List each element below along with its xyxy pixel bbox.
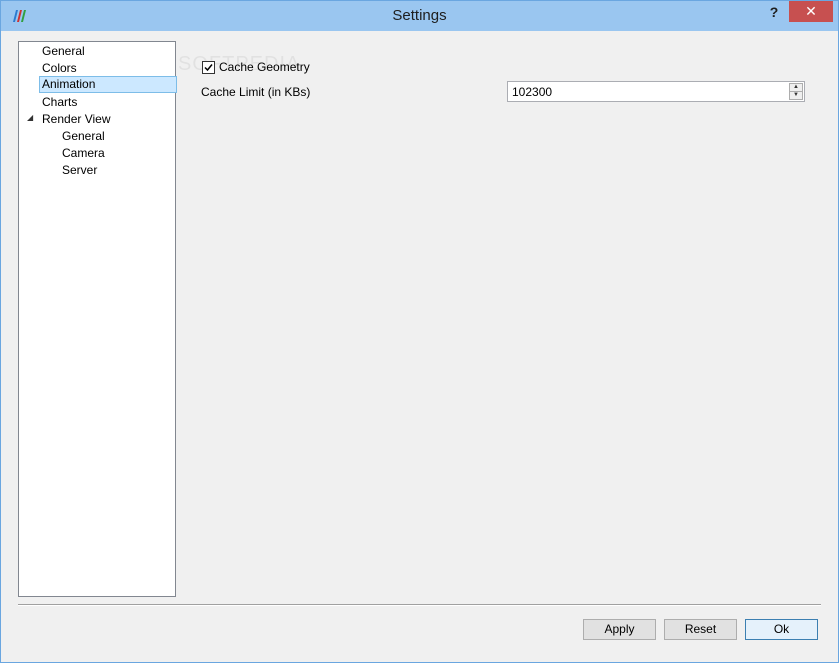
title-bar[interactable]: Settings ? ✕ xyxy=(1,1,838,31)
reset-button[interactable]: Reset xyxy=(664,619,737,640)
cache-geometry-checkbox[interactable] xyxy=(202,61,215,74)
window-title: Settings xyxy=(392,7,447,24)
tree-item-render-view-camera[interactable]: Camera xyxy=(62,145,105,162)
settings-category-tree[interactable]: General Colors Animation Charts ◢ Render… xyxy=(18,41,177,597)
spin-buttons: ▲ ▼ xyxy=(789,83,803,100)
tree-item-general[interactable]: General xyxy=(42,43,85,60)
ok-button[interactable]: Ok xyxy=(745,619,818,640)
checkmark-icon xyxy=(204,64,213,72)
spin-up-icon[interactable]: ▲ xyxy=(790,84,802,92)
tree-item-render-view-server[interactable]: Server xyxy=(62,162,97,179)
tree-item-render-view-general[interactable]: General xyxy=(62,128,105,145)
cache-limit-value[interactable]: 102300 xyxy=(512,85,552,99)
settings-dialog: Settings ? ✕ General Colors Animation Ch… xyxy=(0,0,839,663)
tree-item-animation[interactable]: Animation xyxy=(39,76,177,93)
cache-limit-label: Cache Limit (in KBs) xyxy=(201,85,311,99)
spin-down-icon[interactable]: ▼ xyxy=(790,92,802,99)
apply-button[interactable]: Apply xyxy=(583,619,656,640)
tree-item-render-view[interactable]: Render View xyxy=(42,111,110,128)
expand-collapse-icon[interactable]: ◢ xyxy=(27,114,35,122)
tree-item-charts[interactable]: Charts xyxy=(42,94,77,111)
cache-geometry-label[interactable]: Cache Geometry xyxy=(219,60,310,74)
tree-item-colors[interactable]: Colors xyxy=(42,60,77,77)
button-separator xyxy=(18,604,821,606)
help-button[interactable]: ? xyxy=(761,2,787,24)
dialog-body: General Colors Animation Charts ◢ Render… xyxy=(8,31,831,656)
close-button[interactable]: ✕ xyxy=(789,1,833,22)
cache-limit-spinbox[interactable]: 102300 ▲ ▼ xyxy=(507,81,805,102)
